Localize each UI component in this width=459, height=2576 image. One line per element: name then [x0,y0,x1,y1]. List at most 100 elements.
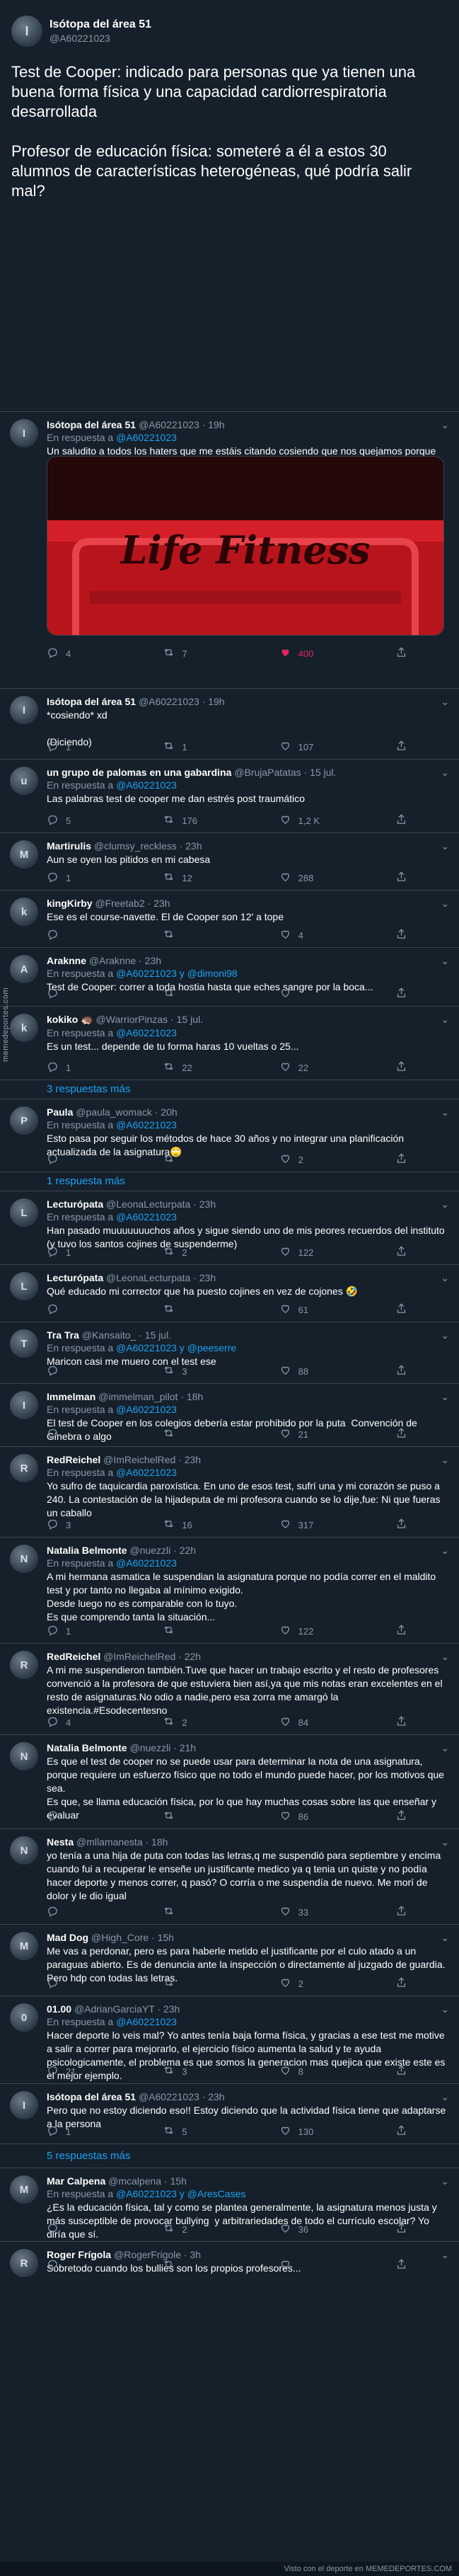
share-button[interactable] [395,1904,438,1920]
share-button[interactable] [395,1152,438,1167]
handle[interactable]: @ImReichelRed · 23h [103,1454,201,1465]
reply-to-link[interactable]: @A60221023 [116,1211,177,1223]
handle[interactable]: @paula_womack · 20h [76,1106,177,1118]
retweet-button[interactable]: 16 [163,1517,205,1533]
like-button[interactable] [279,986,322,1002]
like-button[interactable]: 33 [279,1904,322,1920]
avatar[interactable]: T [10,1329,38,1358]
handle[interactable]: @A60221023 · 23h [139,2091,225,2102]
share-button[interactable] [395,1715,438,1730]
share-button[interactable] [395,1976,438,1991]
show-more-replies-link[interactable]: 1 respuesta más [0,1172,459,1190]
like-button[interactable]: 61 [279,1302,322,1317]
like-button[interactable]: 8 [279,2063,322,2079]
avatar[interactable]: I [10,2091,38,2119]
display-name[interactable]: un grupo de palomas en una gabardina [47,767,231,778]
like-button[interactable] [279,2257,322,2273]
reply-to-link[interactable]: @A60221023 [116,432,177,443]
like-button[interactable]: 317 [279,1517,322,1533]
handle[interactable]: @ImReichelRed · 22h [103,1651,201,1662]
like-button[interactable]: 84 [279,1715,322,1730]
display-name[interactable]: Isótopa del área 51 [47,696,136,707]
share-button[interactable] [395,1623,438,1639]
avatar[interactable]: A [10,955,38,983]
reply-to-link[interactable]: @A60221023 [116,1404,177,1415]
handle[interactable]: @A60221023 · 19h [139,696,225,707]
retweet-button[interactable]: 3 [163,2063,205,2079]
share-button[interactable] [395,1060,438,1075]
avatar[interactable]: k [10,1014,38,1042]
like-button[interactable]: 1,2 K [279,813,322,828]
reply-button[interactable]: 1 [47,1244,89,1260]
like-button[interactable]: 122 [279,1244,322,1260]
handle[interactable]: @Freetab2 · 23h [95,898,170,909]
handle[interactable]: @immelman_pilot · 18h [98,1391,203,1402]
display-name[interactable]: Araknne [47,955,86,966]
reply-button[interactable]: 1 [47,739,89,755]
handle[interactable]: @Kansaito_ · 15 jul. [82,1329,171,1341]
avatar[interactable]: N [10,1836,38,1865]
display-name[interactable]: Lecturópata [47,1272,103,1283]
retweet-button[interactable] [163,2257,205,2273]
retweet-button[interactable]: 2 [163,1244,205,1260]
reply-button[interactable] [47,1363,89,1379]
retweet-button[interactable] [163,927,205,943]
reply-to-link[interactable]: @A60221023 y @AresCases [116,2188,245,2199]
like-button[interactable]: 122 [279,1623,322,1639]
share-button[interactable] [395,2124,438,2139]
reply-button[interactable] [47,2221,89,2237]
avatar[interactable]: M [10,2175,38,2204]
share-button[interactable] [395,927,438,943]
share-button[interactable] [395,1302,438,1317]
tweet-photo[interactable]: Life Fitness [47,456,444,636]
retweet-button[interactable]: 3 [163,1363,205,1379]
like-button[interactable]: 400 [279,646,322,661]
avatar[interactable]: N [10,1742,38,1770]
reply-button[interactable]: 4 [47,646,89,661]
retweet-button[interactable] [163,1809,205,1824]
retweet-button[interactable] [163,1152,205,1167]
avatar[interactable]: I [10,696,38,724]
retweet-button[interactable] [163,1426,205,1442]
reply-button[interactable] [47,1904,89,1920]
like-button[interactable]: 2 [279,1152,322,1167]
handle[interactable]: @nuezzli · 22h [129,1545,196,1556]
share-button[interactable] [395,1809,438,1824]
reply-button[interactable]: 1 [47,2124,89,2139]
reply-to-link[interactable]: @A60221023 y @dimoni98 [116,968,238,979]
handle[interactable]: @High_Core · 15h [91,1932,174,1943]
retweet-button[interactable]: 7 [163,646,205,661]
handle[interactable]: @LeonaLecturpata · 23h [106,1198,216,1210]
display-name[interactable]: Isótopa del área 51 [47,419,136,430]
handle[interactable]: @AdrianGarciaYT · 23h [74,2003,180,2015]
display-name[interactable]: kokiko 🦔 [47,1014,93,1025]
handle[interactable]: @nuezzli · 21h [129,1742,196,1753]
display-name[interactable]: Tra Tra [47,1329,79,1341]
reply-button[interactable] [47,986,89,1002]
display-name[interactable]: 01.00 [47,2003,71,2015]
reply-to-link[interactable]: @A60221023 [116,1467,177,1478]
display-name[interactable]: Isótopa del área 51 [50,18,151,31]
share-button[interactable] [395,1244,438,1260]
reply-button[interactable] [47,1809,89,1824]
handle[interactable]: @Araknne · 23h [89,955,161,966]
handle[interactable]: @mllamanesta · 18h [76,1836,168,1848]
handle[interactable]: @WarriorPinzas · 15 jul. [96,1014,203,1025]
like-button[interactable]: 21 [279,1426,322,1442]
reply-to-link[interactable]: @A60221023 [116,1119,177,1130]
reply-button[interactable]: 4 [47,1715,89,1730]
reply-to-link[interactable]: @A60221023 [116,779,177,791]
retweet-button[interactable]: 2 [163,1715,205,1730]
share-button[interactable] [395,870,438,886]
avatar[interactable]: L [10,1272,38,1300]
retweet-button[interactable]: 5 [163,2124,205,2139]
share-button[interactable] [395,813,438,828]
share-button[interactable] [395,739,438,755]
like-button[interactable]: 4 [279,927,322,943]
display-name[interactable]: kingKirby [47,898,93,909]
display-name[interactable]: Martirulis [47,840,91,852]
show-more-replies-link[interactable]: 5 respuestas más [0,2143,459,2167]
retweet-button[interactable] [163,1976,205,1991]
reply-button[interactable] [47,1302,89,1317]
reply-button[interactable] [47,1426,89,1442]
